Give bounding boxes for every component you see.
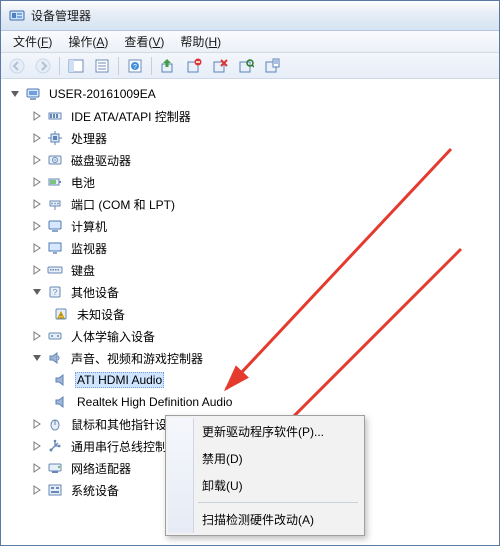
expand-icon[interactable] [31,264,43,276]
svg-text:?: ? [133,64,137,71]
tree-root[interactable]: USER-20161009EA [1,83,499,105]
toolbar-separator [151,57,152,75]
sound-device-icon [53,394,69,410]
collapse-icon[interactable] [31,286,43,298]
node-hid[interactable]: 人体学输入设备 [1,325,499,347]
title-bar: 设备管理器 [1,1,499,31]
expand-icon[interactable] [31,110,43,122]
node-ati-hdmi-audio[interactable]: ATI HDMI Audio [1,369,499,391]
svg-text:?: ? [53,288,58,297]
disable-button[interactable] [208,55,232,77]
device-manager-window: 设备管理器 文件(F) 操作(A) 查看(V) 帮助(H) ? USER [0,0,500,546]
toolbar: ? [1,53,499,79]
back-button[interactable] [5,55,29,77]
menu-bar: 文件(F) 操作(A) 查看(V) 帮助(H) [1,31,499,53]
device-tree-pane[interactable]: USER-20161009EA IDE ATA/ATAPI 控制器 处理器 [1,79,499,545]
forward-button[interactable] [31,55,55,77]
app-icon [9,8,25,24]
other-devices-icon: ? [47,284,63,300]
ctx-update-driver[interactable]: 更新驱动程序软件(P)... [168,418,362,445]
menu-view[interactable]: 查看(V) [116,33,172,50]
menu-action[interactable]: 操作(A) [60,33,116,50]
expand-icon[interactable] [31,198,43,210]
system-icon [47,482,63,498]
disk-icon [47,152,63,168]
node-monitor[interactable]: 监视器 [1,237,499,259]
collapse-icon[interactable] [9,88,21,100]
menu-help[interactable]: 帮助(H) [172,33,229,50]
scan-hardware-button[interactable] [234,55,258,77]
node-ports[interactable]: 端口 (COM 和 LPT) [1,193,499,215]
uninstall-button[interactable] [182,55,206,77]
expand-icon[interactable] [31,484,43,496]
ctx-scan-hardware[interactable]: 扫描检测硬件改动(A) [168,506,362,533]
help-button[interactable]: ? [123,55,147,77]
node-disk[interactable]: 磁盘驱动器 [1,149,499,171]
expand-icon[interactable] [31,330,43,342]
context-menu: 更新驱动程序软件(P)... 禁用(D) 卸载(U) 扫描检测硬件改动(A) [165,415,365,536]
node-realtek-audio[interactable]: Realtek High Definition Audio [1,391,499,413]
ports-icon [47,196,63,212]
menu-file[interactable]: 文件(F) [5,33,60,50]
expand-icon[interactable] [31,242,43,254]
keyboard-icon [47,262,63,278]
node-cpu[interactable]: 处理器 [1,127,499,149]
processor-icon [47,130,63,146]
battery-icon [47,174,63,190]
toolbar-separator [59,57,60,75]
node-sound[interactable]: 声音、视频和游戏控制器 [1,347,499,369]
network-icon [47,460,63,476]
computer-icon [25,86,41,102]
ctx-disable[interactable]: 禁用(D) [168,445,362,472]
expand-icon[interactable] [31,176,43,188]
hid-icon [47,328,63,344]
node-computer[interactable]: 计算机 [1,215,499,237]
ctx-uninstall[interactable]: 卸载(U) [168,472,362,499]
sound-icon [47,350,63,366]
node-unknown-device[interactable]: 未知设备 [1,303,499,325]
expand-icon[interactable] [31,132,43,144]
computer-icon [47,218,63,234]
warning-device-icon [53,306,69,322]
node-other-devices[interactable]: ? 其他设备 [1,281,499,303]
collapse-icon[interactable] [31,352,43,364]
sound-device-icon [53,372,69,388]
update-driver-button[interactable] [156,55,180,77]
properties2-button[interactable] [260,55,284,77]
expand-icon[interactable] [31,440,43,452]
node-ide[interactable]: IDE ATA/ATAPI 控制器 [1,105,499,127]
ide-controller-icon [47,108,63,124]
console-tree-button[interactable] [64,55,88,77]
tree-root-label: USER-20161009EA [47,86,158,102]
toolbar-separator [118,57,119,75]
node-battery[interactable]: 电池 [1,171,499,193]
expand-icon[interactable] [31,220,43,232]
context-menu-separator [198,502,358,503]
usb-icon [47,438,63,454]
expand-icon[interactable] [31,154,43,166]
expand-icon[interactable] [31,462,43,474]
expand-icon[interactable] [31,418,43,430]
node-keyboard[interactable]: 键盘 [1,259,499,281]
monitor-icon [47,240,63,256]
mouse-icon [47,416,63,432]
properties-button[interactable] [90,55,114,77]
window-title: 设备管理器 [31,7,91,24]
